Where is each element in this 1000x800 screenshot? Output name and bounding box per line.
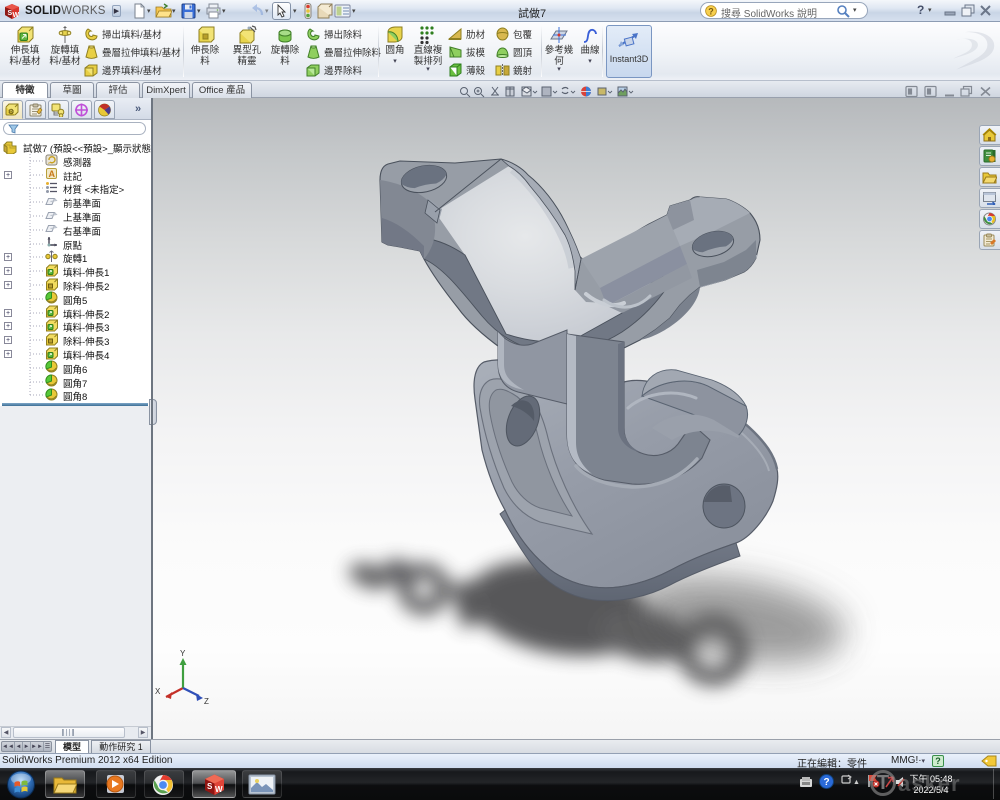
svg-text:A: A [49,169,56,179]
svg-text:?: ? [708,6,714,16]
svg-text:S: S [207,782,213,791]
svg-text:Z: Z [204,697,209,706]
svg-text:W: W [215,785,223,794]
svg-text:W: W [13,12,20,19]
svg-text:X: X [155,687,161,696]
svg-text:?: ? [824,777,830,788]
svg-text:⚙: ⚙ [8,108,14,116]
svg-text:Y: Y [180,649,186,658]
